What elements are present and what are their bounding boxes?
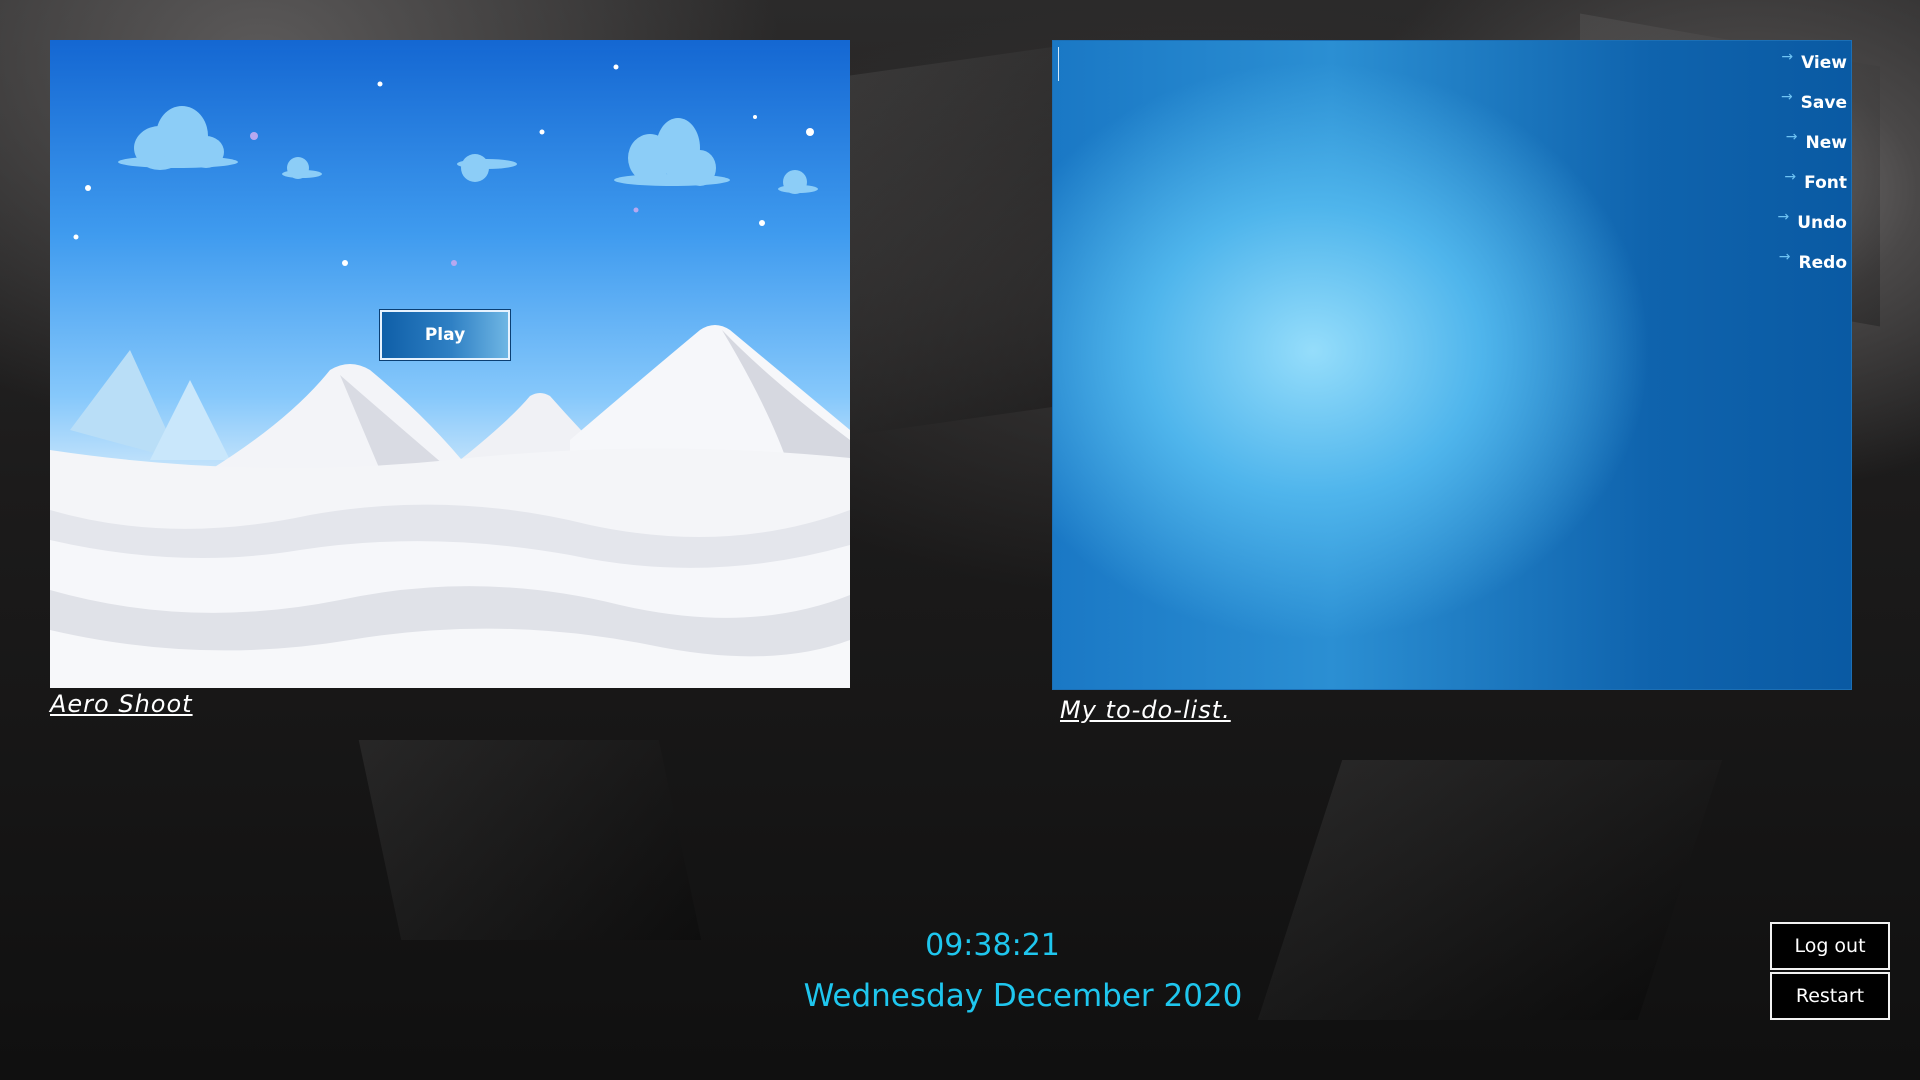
arrow-right-icon: → (1777, 209, 1790, 225)
todo-text-area[interactable] (1053, 41, 1773, 689)
cloud (778, 170, 818, 194)
game-title-link[interactable]: Aero Shoot (50, 690, 193, 718)
arrow-right-icon: → (1778, 249, 1791, 265)
cloud (457, 154, 517, 182)
text-caret (1058, 47, 1059, 81)
game-window[interactable]: Play (50, 40, 850, 688)
background-facet (850, 44, 1070, 436)
arrow-right-icon: → (1784, 169, 1797, 185)
menu-item-new[interactable]: → New (1767, 123, 1847, 163)
arrow-right-icon: → (1781, 49, 1794, 65)
todo-notepad: → View → Save → New → Font → Undo → Redo (1052, 40, 1852, 690)
cloud (614, 118, 730, 186)
arrow-right-icon: → (1785, 129, 1798, 145)
logout-button[interactable]: Log out (1770, 922, 1890, 970)
snowflakes (250, 132, 639, 266)
ice-peak (150, 380, 230, 460)
cloud (282, 157, 322, 179)
menu-item-redo[interactable]: → Redo (1767, 243, 1847, 283)
menu-item-label: Save (1800, 93, 1847, 113)
menu-item-label: Redo (1798, 253, 1847, 273)
arrow-right-icon: → (1780, 89, 1793, 105)
desktop-background: Play Aero Shoot → View → Save → New → Fo… (0, 0, 1920, 1080)
cloud (118, 106, 238, 170)
menu-item-label: Undo (1797, 213, 1847, 233)
restart-button[interactable]: Restart (1770, 972, 1890, 1020)
menu-item-view[interactable]: → View (1767, 43, 1847, 83)
menu-item-undo[interactable]: → Undo (1767, 203, 1848, 243)
background-facet (358, 740, 702, 940)
menu-item-label: New (1805, 133, 1847, 153)
menu-item-label: Font (1804, 173, 1847, 193)
snow-landscape-illustration (50, 64, 850, 688)
menu-item-label: View (1801, 53, 1847, 73)
menu-item-font[interactable]: → Font (1767, 163, 1847, 203)
play-button[interactable]: Play (380, 310, 510, 360)
menu-item-save[interactable]: → Save (1767, 83, 1847, 123)
notepad-menu: → View → Save → New → Font → Undo → Redo (1767, 43, 1848, 283)
clock-date: Wednesday December 2020 (803, 978, 1243, 1014)
clock-time: 09:38:21 (925, 928, 1060, 963)
todo-title-link[interactable]: My to-do-list. (1060, 696, 1231, 724)
